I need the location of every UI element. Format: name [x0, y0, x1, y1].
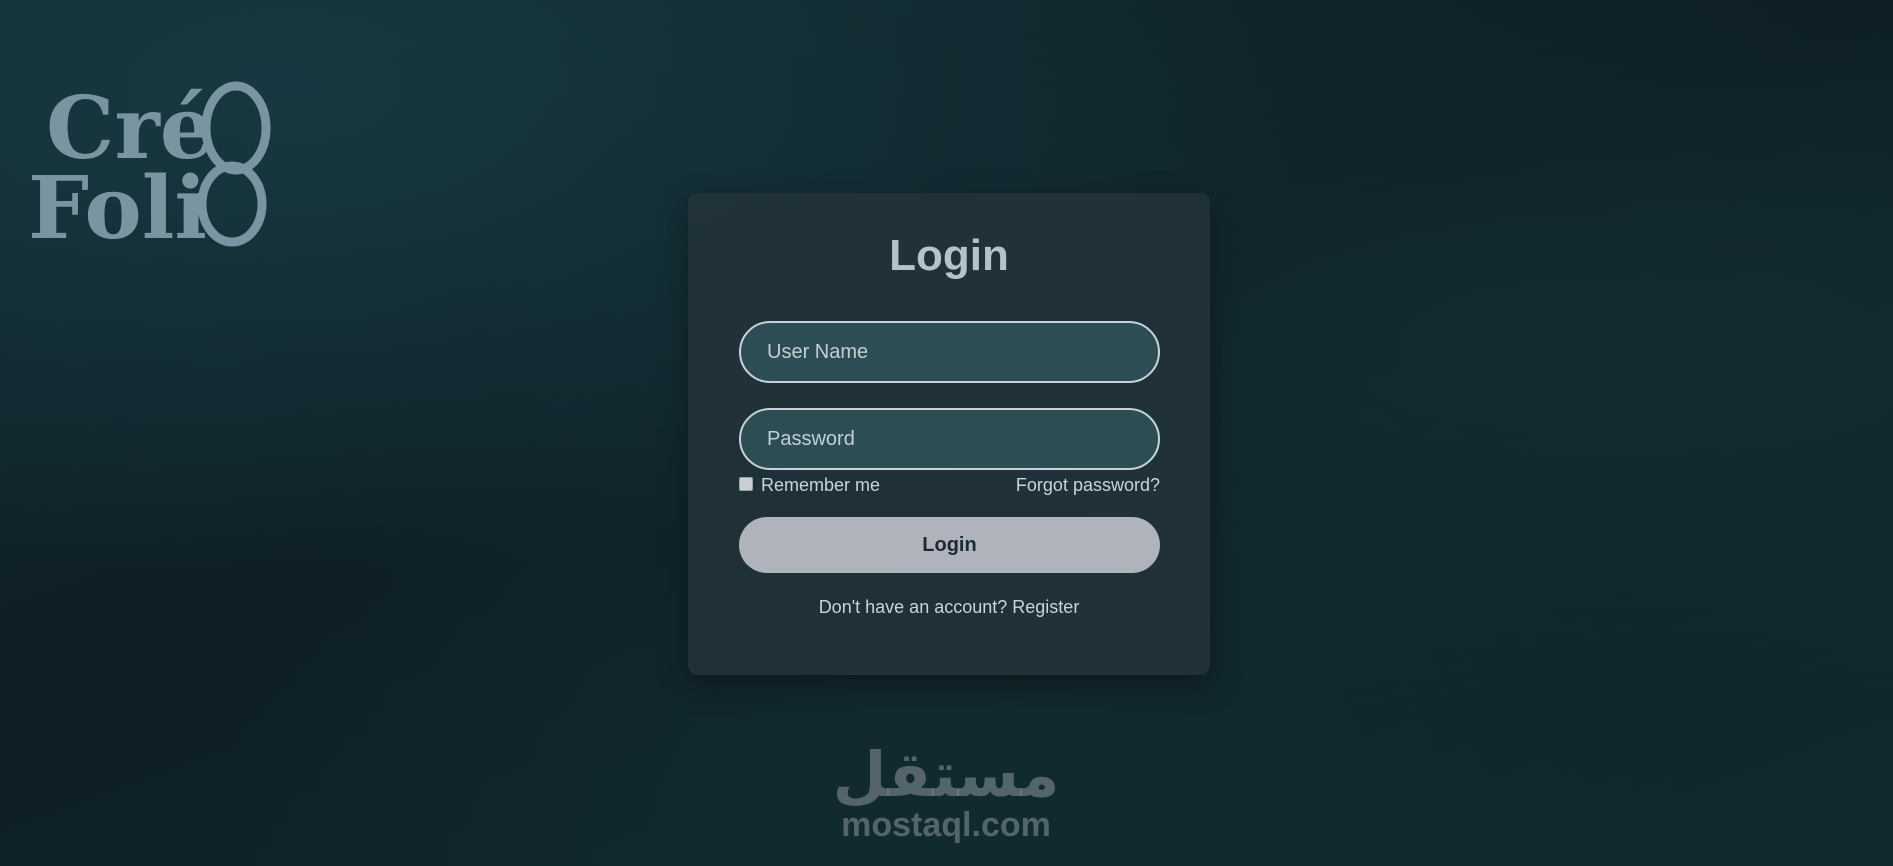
- login-button[interactable]: Login: [739, 517, 1160, 573]
- logo-icon: Cré Foli: [28, 78, 271, 248]
- register-prompt-text: Don't have an account?: [818, 597, 1008, 617]
- forgot-password-link[interactable]: Forgot password?: [1016, 475, 1160, 496]
- register-prompt: Don't have an account? Register: [688, 597, 1210, 618]
- login-card: Login Remember me Forgot password? Login…: [688, 193, 1210, 675]
- logo-line2: Foli: [28, 158, 207, 248]
- register-link[interactable]: Register: [1012, 597, 1079, 617]
- mostaql-watermark: مستقل mostaql.com: [830, 738, 1062, 844]
- creofolio-logo: Cré Foli: [28, 78, 278, 248]
- watermark-arabic: مستقل: [832, 738, 1060, 811]
- remember-me[interactable]: Remember me: [739, 475, 880, 496]
- remember-me-checkbox[interactable]: [739, 476, 753, 491]
- remember-me-label: Remember me: [761, 475, 881, 495]
- watermark-latin: mostaql.com: [841, 806, 1051, 844]
- username-input[interactable]: [739, 321, 1160, 383]
- login-options-row: Remember me Forgot password?: [739, 475, 1160, 499]
- login-title: Login: [889, 231, 1009, 280]
- password-input[interactable]: [739, 408, 1160, 470]
- logo-loop-top: [201, 81, 271, 175]
